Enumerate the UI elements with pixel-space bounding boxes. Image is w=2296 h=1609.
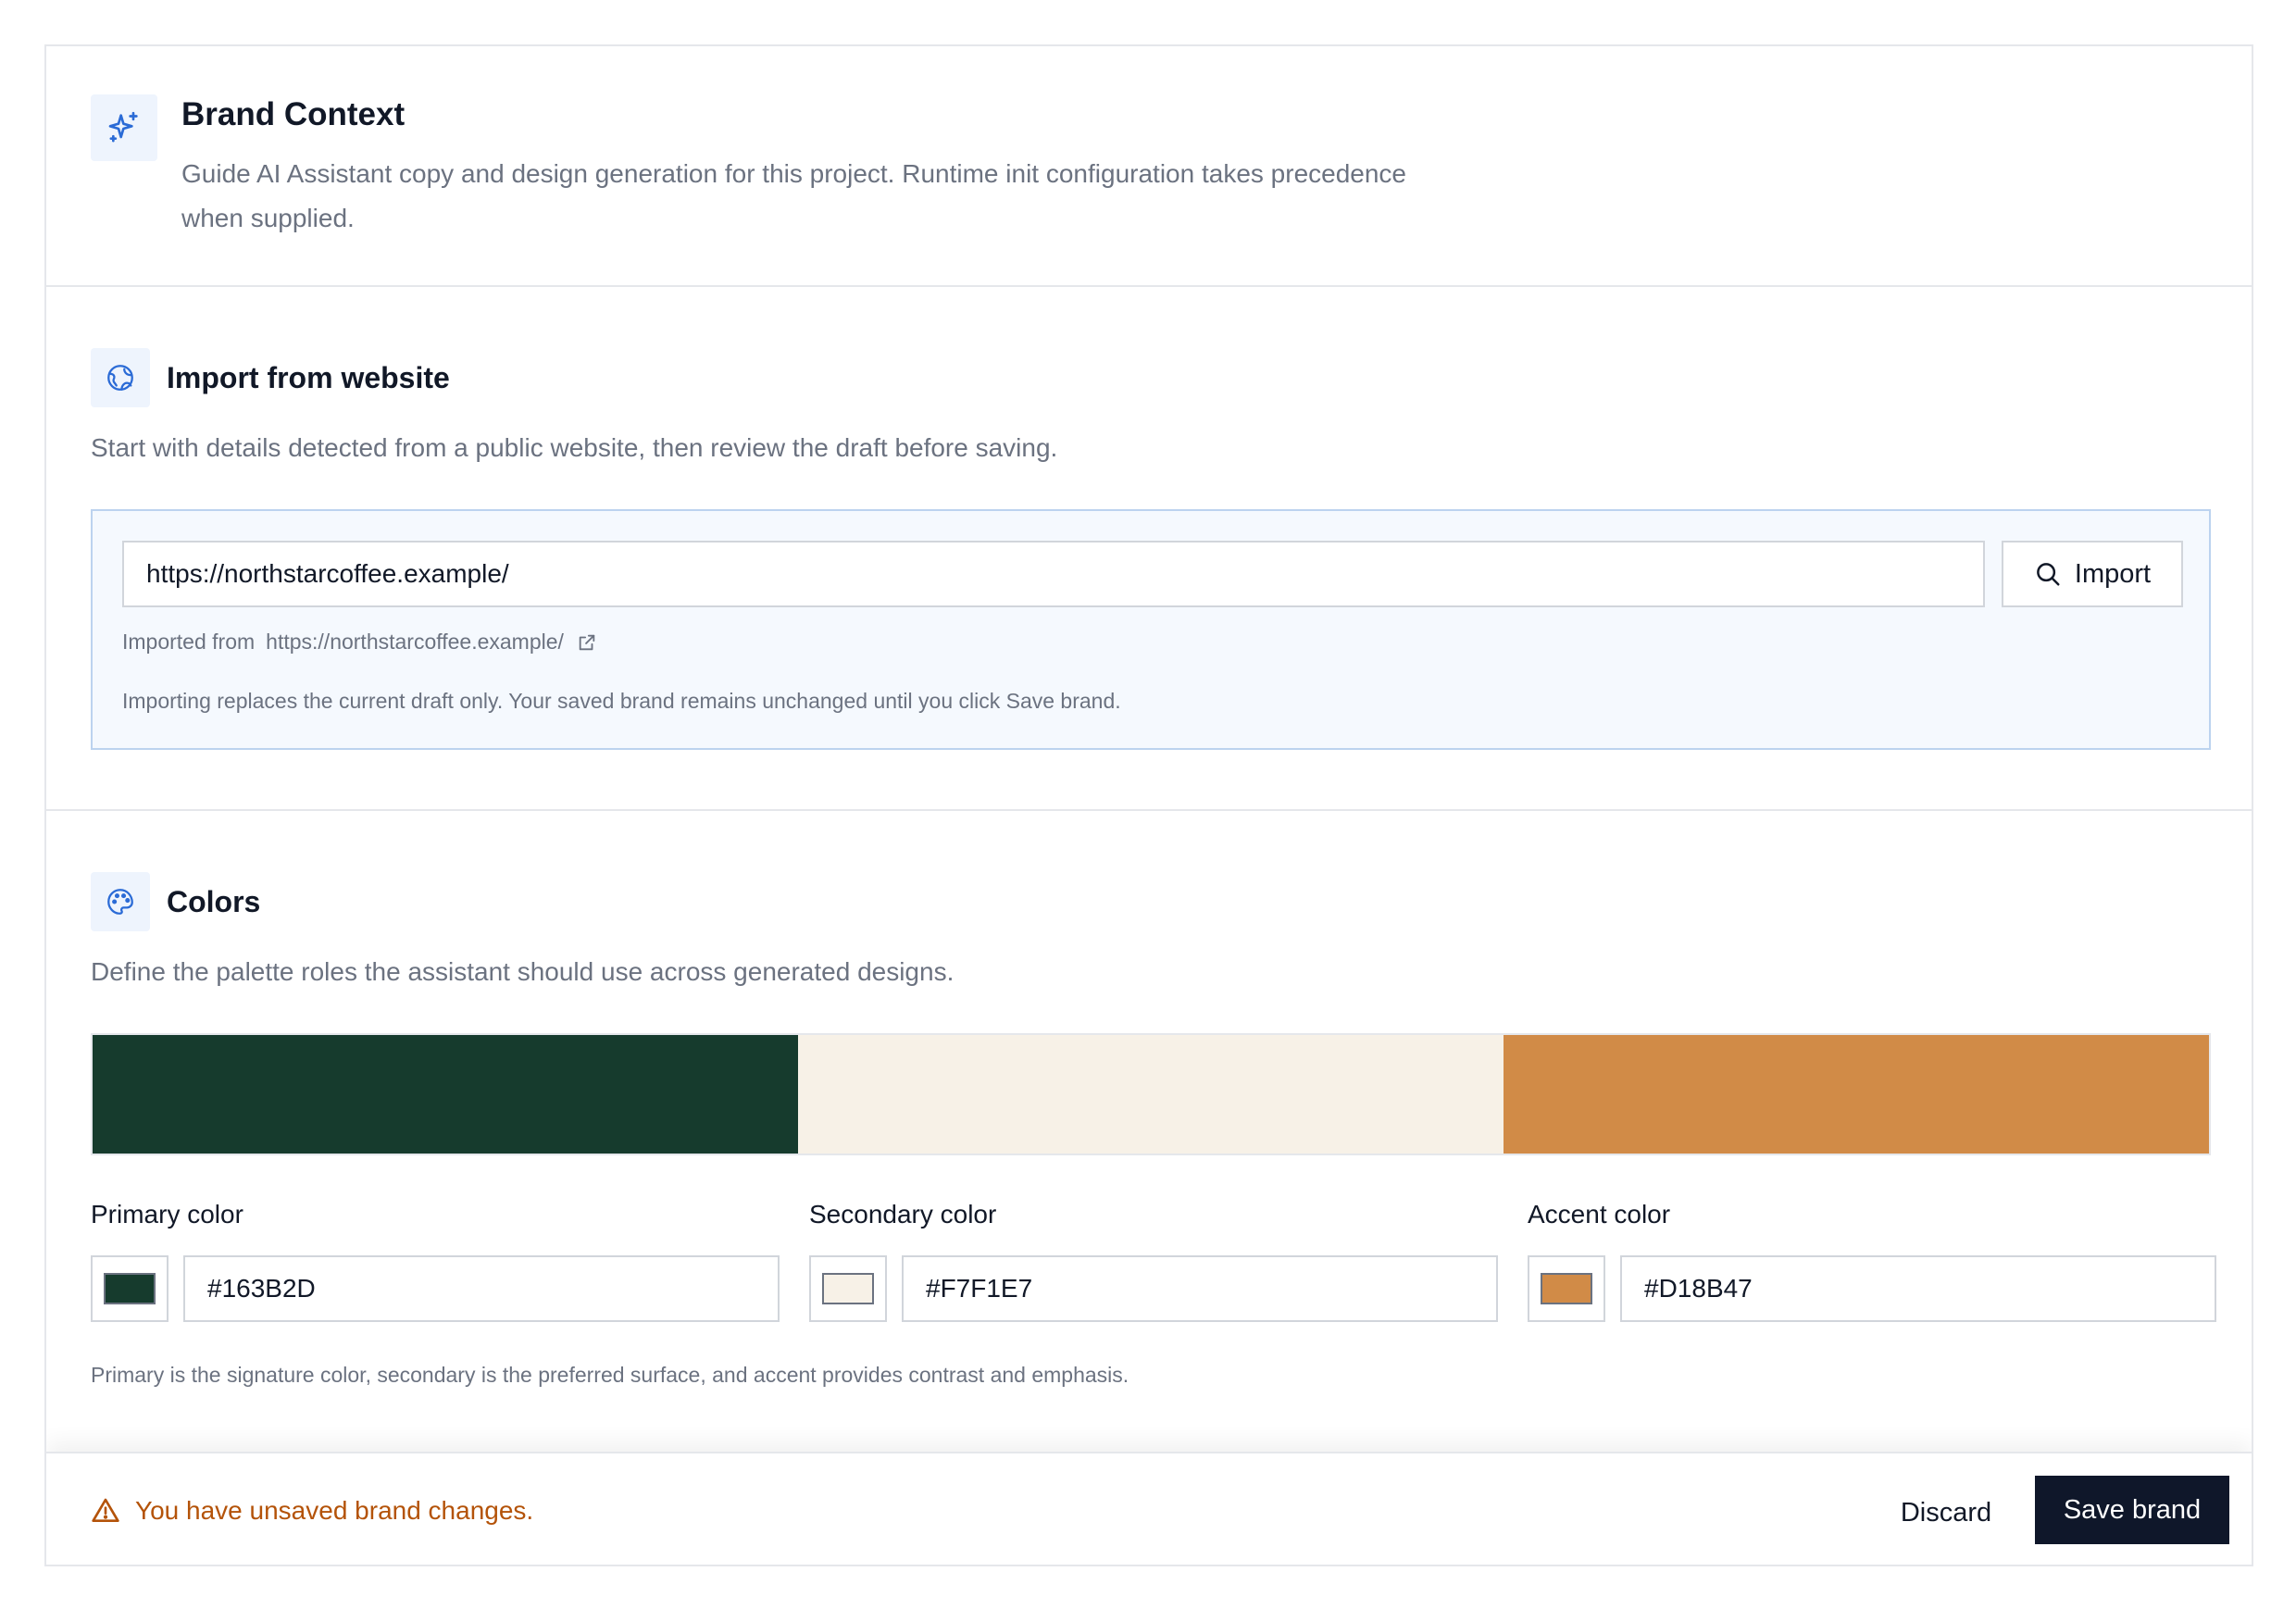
primary-color-label: Primary color bbox=[91, 1200, 243, 1229]
primary-color-picker[interactable] bbox=[91, 1255, 168, 1322]
palette-preview-accent bbox=[1504, 1035, 2209, 1154]
imported-from-row: Imported from https://northstarcoffee.ex… bbox=[122, 630, 597, 655]
palette-preview-primary bbox=[93, 1035, 798, 1154]
palette-preview-secondary bbox=[798, 1035, 1504, 1154]
import-note: Importing replaces the current draft onl… bbox=[122, 689, 1121, 713]
primary-color-input[interactable] bbox=[183, 1255, 780, 1322]
primary-color-chip bbox=[104, 1273, 156, 1304]
import-section-description: Start with details detected from a publi… bbox=[91, 433, 1058, 462]
brand-context-header: Brand Context Guide AI Assistant copy an… bbox=[46, 46, 2252, 285]
website-url-input[interactable] bbox=[122, 541, 1985, 607]
secondary-color-input[interactable] bbox=[902, 1255, 1498, 1322]
unsaved-changes-footer: You have unsaved brand changes. Discard … bbox=[46, 1452, 2252, 1565]
secondary-color-picker[interactable] bbox=[809, 1255, 887, 1322]
palette-preview bbox=[91, 1033, 2211, 1155]
imported-from-label: Imported from bbox=[122, 630, 256, 654]
accent-color-label: Accent color bbox=[1528, 1200, 1671, 1229]
accent-color-input[interactable] bbox=[1620, 1255, 2216, 1322]
colors-help-text: Primary is the signature color, secondar… bbox=[91, 1363, 1129, 1387]
page-description-line-1: Guide AI Assistant copy and design gener… bbox=[181, 159, 1406, 188]
search-icon bbox=[2037, 563, 2060, 586]
secondary-color-label: Secondary color bbox=[809, 1200, 997, 1229]
sparkles-icon bbox=[91, 94, 157, 161]
globe-icon bbox=[91, 348, 150, 407]
divider bbox=[46, 809, 2252, 811]
external-link-icon[interactable] bbox=[577, 632, 597, 653]
imported-from-link[interactable]: https://northstarcoffee.example/ bbox=[266, 630, 564, 655]
import-box: Import Imported from https://northstarco… bbox=[91, 509, 2211, 750]
colors-section-description: Define the palette roles the assistant s… bbox=[91, 957, 955, 986]
discard-button[interactable]: Discard bbox=[1872, 1479, 2020, 1546]
divider bbox=[46, 285, 2252, 287]
palette-icon bbox=[91, 872, 150, 931]
accent-color-picker[interactable] bbox=[1528, 1255, 1605, 1322]
accent-color-chip bbox=[1541, 1273, 1592, 1304]
unsaved-warning: You have unsaved brand changes. bbox=[91, 1453, 534, 1565]
import-section-title: Import from website bbox=[167, 361, 450, 394]
save-brand-button[interactable]: Save brand bbox=[2035, 1476, 2229, 1544]
brand-context-panel: Brand Context Guide AI Assistant copy an… bbox=[44, 44, 2253, 1566]
import-button-label: Import bbox=[2074, 558, 2152, 589]
warning-icon bbox=[92, 1498, 119, 1522]
secondary-color-chip bbox=[822, 1273, 874, 1304]
import-button[interactable]: Import bbox=[2002, 541, 2183, 607]
unsaved-warning-text: You have unsaved brand changes. bbox=[135, 1496, 534, 1525]
page-title: Brand Context bbox=[181, 96, 406, 132]
page-description-line-2: when supplied. bbox=[181, 204, 355, 232]
colors-section-title: Colors bbox=[167, 885, 261, 918]
